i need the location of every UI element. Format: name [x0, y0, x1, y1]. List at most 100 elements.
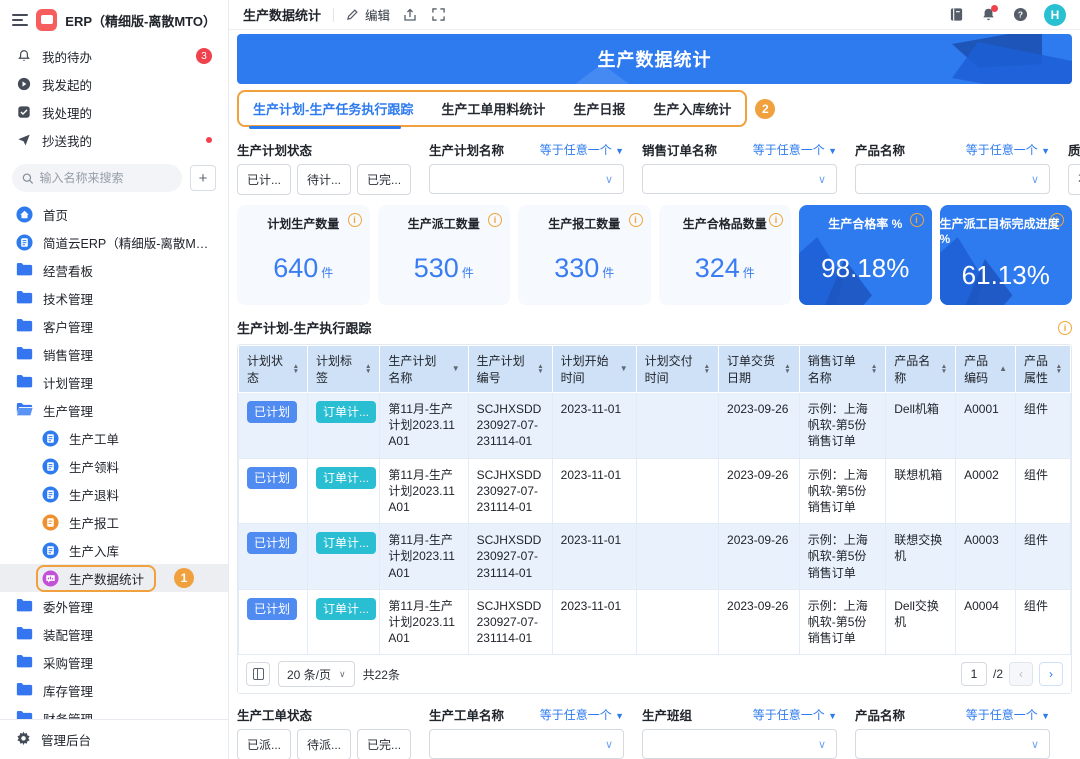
tab-生产计划-生产任务执行跟踪[interactable]: 生产计划-生产任务执行跟踪	[253, 99, 413, 118]
column-header-产品名称[interactable]: 产品名称▲▼	[886, 346, 956, 393]
filter-operator-link[interactable]: 等于任意一个 ▼	[966, 706, 1050, 723]
share-icon[interactable]	[402, 7, 418, 23]
search-input[interactable]	[39, 171, 172, 185]
filter-select[interactable]: ∨	[429, 164, 624, 194]
tab-生产工单用料统计[interactable]: 生产工单用料统计	[441, 99, 545, 118]
sidebar-quick-item[interactable]: 我处理的	[0, 98, 228, 126]
sidebar-item-采购管理[interactable]: 采购管理	[0, 648, 228, 676]
sort-icon[interactable]: ▲▼	[704, 364, 710, 374]
sidebar-item-销售管理[interactable]: 销售管理	[0, 340, 228, 368]
column-header-生产计划编号[interactable]: 生产计划编号▲▼	[468, 346, 552, 393]
column-header-产品编码[interactable]: 产品编码▲	[956, 346, 1016, 393]
sidebar-item-装配管理[interactable]: 装配管理	[0, 620, 228, 648]
status-filter-button[interactable]: 待派...	[297, 729, 351, 759]
column-header-计划交付时间[interactable]: 计划交付时间▲▼	[636, 346, 718, 393]
column-header-计划开始时间[interactable]: 计划开始时间▼	[552, 346, 636, 393]
column-header-订单交货日期[interactable]: 订单交货日期▲▼	[719, 346, 800, 393]
fullscreen-icon[interactable]	[430, 7, 446, 23]
sort-icon[interactable]: ▲▼	[293, 364, 299, 374]
notifications-bell-icon[interactable]	[980, 7, 996, 23]
filter-select[interactable]: ∨	[855, 164, 1050, 194]
sidebar-item-简道云ERP（精细版-离散MTO）「...[interactable]: 简道云ERP（精细版-离散MTO）「...	[0, 228, 228, 256]
sidebar-item-库存管理[interactable]: 库存管理	[0, 676, 228, 704]
filter-select[interactable]: ∨	[855, 729, 1050, 759]
sidebar-item-首页[interactable]: 首页	[0, 200, 228, 228]
pencil-icon	[346, 8, 359, 21]
column-header-计划状态[interactable]: 计划状态▲▼	[239, 346, 308, 393]
sort-icon[interactable]: ▲▼	[1056, 364, 1062, 374]
sidebar-quick-item[interactable]: 我发起的	[0, 70, 228, 98]
journal-icon[interactable]	[948, 7, 964, 23]
column-settings-button[interactable]	[246, 662, 270, 686]
filter-select[interactable]: ∨	[642, 164, 837, 194]
status-filter-button[interactable]: 已完...	[357, 164, 411, 195]
edit-button[interactable]: 编辑	[346, 5, 390, 24]
filter-operator-link[interactable]: 等于任意一个 ▼	[753, 141, 837, 158]
sort-icon[interactable]: ▲▼	[365, 364, 371, 374]
table-row[interactable]: 已计划订单计...第11月-生产计划2023.11A01SCJHXSDD2309…	[239, 458, 1071, 524]
sidebar-item-生产退料[interactable]: 生产退料	[0, 480, 228, 508]
filter-operator-link[interactable]: 等于任意一个 ▼	[540, 706, 624, 723]
filter-operator-link[interactable]: 等于任意一个 ▼	[540, 141, 624, 158]
next-page-button[interactable]: ›	[1039, 662, 1063, 686]
stat-card-title: 生产合格品数量	[683, 215, 767, 232]
status-filter-button[interactable]: 待计...	[297, 164, 351, 195]
column-header-产品属性[interactable]: 产品属性▲▼	[1016, 346, 1071, 393]
info-icon[interactable]: i	[910, 213, 924, 227]
tab-生产入库统计[interactable]: 生产入库统计	[653, 99, 731, 118]
filter-select[interactable]: ∨	[642, 729, 837, 759]
sidebar-item-生产报工[interactable]: 生产报工	[0, 508, 228, 536]
column-header-生产计划名称[interactable]: 生产计划名称▼	[380, 346, 468, 393]
table-row[interactable]: 已计划订单计...第11月-生产计划2023.11A01SCJHXSDD2309…	[239, 393, 1071, 459]
sidebar-item-生产工单[interactable]: 生产工单	[0, 424, 228, 452]
help-icon[interactable]: ?	[1012, 7, 1028, 23]
sort-asc-icon[interactable]: ▲	[999, 365, 1007, 373]
info-icon[interactable]: i	[1058, 321, 1072, 335]
sidebar-item-经营看板[interactable]: 经营看板	[0, 256, 228, 284]
sidebar-item-生产管理[interactable]: 生产管理	[0, 396, 228, 424]
sort-icon[interactable]: ▲▼	[871, 364, 877, 374]
status-filter-button[interactable]: 已计...	[237, 164, 291, 195]
sidebar-quick-item[interactable]: 抄送我的	[0, 126, 228, 154]
prev-page-button[interactable]: ‹	[1009, 662, 1033, 686]
sidebar-item-计划管理[interactable]: 计划管理	[0, 368, 228, 396]
status-filter-button[interactable]: 已完...	[357, 729, 411, 759]
info-icon[interactable]: i	[769, 213, 783, 227]
sidebar-item-委外管理[interactable]: 委外管理	[0, 592, 228, 620]
sidebar-item-生产领料[interactable]: 生产领料	[0, 452, 228, 480]
sort-icon[interactable]: ▲▼	[784, 364, 790, 374]
admin-console-item[interactable]: 管理后台	[0, 719, 228, 759]
sidebar-item-技术管理[interactable]: 技术管理	[0, 284, 228, 312]
info-icon[interactable]: i	[629, 213, 643, 227]
table-row[interactable]: 已计划订单计...第11月-生产计划2023.11A01SCJHXSDD2309…	[239, 524, 1071, 590]
info-icon[interactable]: i	[488, 213, 502, 227]
sidebar-item-财务管理[interactable]: 财务管理	[0, 704, 228, 719]
table-row[interactable]: 已计划订单计...第11月-生产计划2023.11A01SCJHXSDD2309…	[239, 589, 1071, 655]
column-header-销售订单名称[interactable]: 销售订单名称▲▼	[799, 346, 886, 393]
sort-desc-icon[interactable]: ▼	[452, 365, 460, 373]
info-icon[interactable]: i	[348, 213, 362, 227]
stat-card-title: 生产派工目标完成进度 %	[940, 215, 1073, 246]
table-cell: A0001	[956, 393, 1016, 459]
quality-filter-button[interactable]: 不良品	[1068, 164, 1080, 195]
page-size-select[interactable]: 20 条/页∨	[278, 661, 355, 687]
search-box[interactable]	[12, 164, 182, 192]
add-app-button[interactable]: +	[190, 165, 216, 191]
sidebar-item-客户管理[interactable]: 客户管理	[0, 312, 228, 340]
status-filter-button[interactable]: 已派...	[237, 729, 291, 759]
tab-生产日报[interactable]: 生产日报	[573, 99, 625, 118]
sidebar-item-生产入库[interactable]: 生产入库	[0, 536, 228, 564]
column-header-计划标签[interactable]: 计划标签▲▼	[308, 346, 380, 393]
collapse-sidebar-icon[interactable]	[12, 14, 28, 26]
filter-select[interactable]: ∨	[429, 729, 624, 759]
sidebar-quick-item[interactable]: 我的待办3	[0, 42, 228, 70]
sort-desc-icon[interactable]: ▼	[620, 365, 628, 373]
doc-icon	[42, 458, 59, 475]
user-avatar[interactable]: H	[1044, 4, 1066, 26]
sort-icon[interactable]: ▲▼	[941, 364, 947, 374]
page-input[interactable]: 1	[961, 662, 987, 686]
filter-operator-link[interactable]: 等于任意一个 ▼	[753, 706, 837, 723]
filter-operator-link[interactable]: 等于任意一个 ▼	[966, 141, 1050, 158]
sort-icon[interactable]: ▲▼	[537, 364, 543, 374]
sidebar-item-生产数据统计[interactable]: 生产数据统计1	[0, 564, 228, 592]
